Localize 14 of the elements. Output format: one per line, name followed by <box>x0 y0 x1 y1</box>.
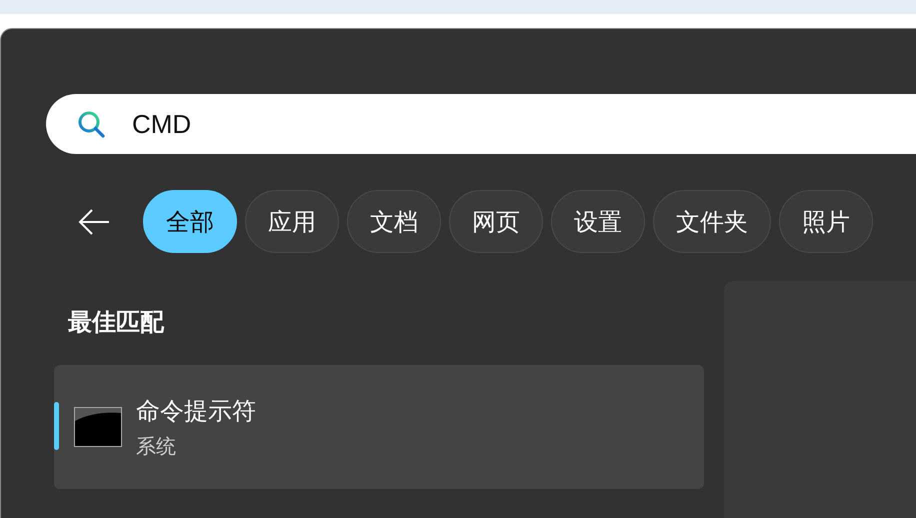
result-subtitle: 系统 <box>136 432 177 460</box>
result-title: 命令提示符 <box>136 396 256 426</box>
filter-tab[interactable]: 应用 <box>245 190 339 253</box>
result-item[interactable]: 命令提示符 系统 <box>54 365 704 489</box>
filter-tab[interactable]: 网页 <box>449 190 543 253</box>
filter-tab[interactable]: 设置 <box>551 190 645 253</box>
filter-tab[interactable]: 文档 <box>347 190 441 253</box>
back-button[interactable] <box>77 206 111 236</box>
filter-tab[interactable]: 文件夹 <box>653 190 771 253</box>
terminal-icon <box>74 407 122 447</box>
filter-tab[interactable]: 照片 <box>779 190 873 253</box>
search-field[interactable]: CMD <box>46 94 916 154</box>
filter-tab[interactable]: 全部 <box>143 190 237 253</box>
section-heading: 最佳匹配 <box>67 307 166 337</box>
